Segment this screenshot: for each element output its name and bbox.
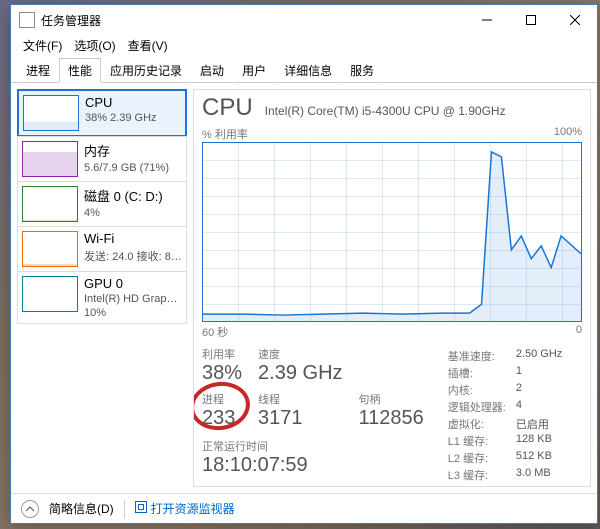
base-speed-label: 基准速度: <box>448 348 506 364</box>
logical-value: 4 <box>516 399 562 415</box>
sidebar-disk-label: 磁盘 0 (C: D:) <box>84 186 163 205</box>
sidebar-disk-sub: 4% <box>84 207 163 219</box>
disk-thumb-icon <box>22 186 78 222</box>
sidebar-item-disk[interactable]: 磁盘 0 (C: D:) 4% <box>17 181 187 227</box>
sidebar-gpu-sub2: 10% <box>84 307 182 319</box>
l2-label: L2 缓存: <box>448 450 506 466</box>
tab-performance[interactable]: 性能 <box>59 58 101 83</box>
tab-users[interactable]: 用户 <box>233 58 275 83</box>
base-speed-value: 2.50 GHz <box>516 348 562 364</box>
graph-x-left: 60 秒 <box>202 324 228 340</box>
sidebar-wifi-sub: 发送: 24.0 接收: 832 Kbps <box>84 248 182 264</box>
separator <box>124 500 125 518</box>
tab-services[interactable]: 服务 <box>341 58 383 83</box>
main-title: CPU <box>202 94 253 122</box>
uptime-label: 正常运行时间 <box>202 438 424 454</box>
gpu-thumb-icon <box>22 276 78 312</box>
main-panel: CPU Intel(R) Core(TM) i5-4300U CPU @ 1.9… <box>193 89 591 487</box>
virt-value: 已启用 <box>516 416 562 432</box>
maximize-button[interactable] <box>509 5 553 35</box>
chevron-up-icon[interactable] <box>21 500 39 518</box>
tab-processes[interactable]: 进程 <box>17 58 59 83</box>
sockets-label: 插槽: <box>448 365 506 381</box>
uptime-value: 18:10:07:59 <box>202 454 424 477</box>
proc-label: 进程 <box>202 391 242 407</box>
menu-file[interactable]: 文件(F) <box>19 37 66 54</box>
util-value: 38% <box>202 362 242 385</box>
sidebar-cpu-sub: 38% 2.39 GHz <box>85 112 157 124</box>
graph-caption-left: % 利用率 <box>202 126 248 142</box>
task-manager-window: 任务管理器 文件(F) 选项(O) 查看(V) 进程 性能 应用历史记录 启动 … <box>10 4 598 524</box>
util-label: 利用率 <box>202 346 242 362</box>
minimize-button[interactable] <box>465 5 509 35</box>
cores-value: 2 <box>516 382 562 398</box>
fewer-details-link[interactable]: 简略信息(D) <box>49 500 114 517</box>
tab-app-history[interactable]: 应用历史记录 <box>101 58 191 83</box>
virt-label: 虚拟化: <box>448 416 506 432</box>
menu-options[interactable]: 选项(O) <box>70 37 119 54</box>
graph-caption-right: 100% <box>554 126 582 142</box>
tab-startup[interactable]: 启动 <box>191 58 233 83</box>
window-title: 任务管理器 <box>41 12 465 29</box>
sidebar-item-cpu[interactable]: CPU 38% 2.39 GHz <box>17 89 187 137</box>
cpu-utilization-graph[interactable] <box>202 142 582 322</box>
sidebar-item-wifi[interactable]: Wi-Fi 发送: 24.0 接收: 832 Kbps <box>17 226 187 272</box>
tab-details[interactable]: 详细信息 <box>275 58 341 83</box>
speed-value: 2.39 GHz <box>258 362 342 385</box>
performance-sidebar: CPU 38% 2.39 GHz 内存 5.6/7.9 GB (71%) 磁盘 … <box>17 89 187 487</box>
menubar: 文件(F) 选项(O) 查看(V) <box>11 35 597 55</box>
handle-value: 112856 <box>359 407 424 430</box>
cpu-thumb-icon <box>23 95 79 131</box>
speed-label: 速度 <box>258 346 342 362</box>
app-icon <box>19 12 35 28</box>
sidebar-mem-label: 内存 <box>84 141 169 160</box>
sidebar-cpu-label: CPU <box>85 95 157 110</box>
wifi-thumb-icon <box>22 231 78 267</box>
tabstrip: 进程 性能 应用历史记录 启动 用户 详细信息 服务 <box>11 59 597 83</box>
handle-label: 句柄 <box>359 391 424 407</box>
sidebar-mem-sub: 5.6/7.9 GB (71%) <box>84 162 169 174</box>
resource-monitor-icon <box>135 501 147 513</box>
sockets-value: 1 <box>516 365 562 381</box>
open-resource-monitor-link[interactable]: 打开资源监视器 <box>135 500 235 517</box>
memory-thumb-icon <box>22 141 78 177</box>
sidebar-item-gpu[interactable]: GPU 0 Intel(R) HD Graphics Family 10% <box>17 271 187 324</box>
cores-label: 内核: <box>448 382 506 398</box>
l3-label: L3 缓存: <box>448 467 506 483</box>
menu-view[interactable]: 查看(V) <box>124 37 172 54</box>
proc-value: 233 <box>202 407 242 430</box>
logical-label: 逻辑处理器: <box>448 399 506 415</box>
close-button[interactable] <box>553 5 597 35</box>
graph-x-right: 0 <box>576 324 582 340</box>
thread-label: 线程 <box>258 391 342 407</box>
sidebar-item-memory[interactable]: 内存 5.6/7.9 GB (71%) <box>17 136 187 182</box>
titlebar[interactable]: 任务管理器 <box>11 5 597 35</box>
footer: 简略信息(D) 打开资源监视器 <box>11 493 597 523</box>
resmon-label: 打开资源监视器 <box>151 502 235 516</box>
cpu-model: Intel(R) Core(TM) i5-4300U CPU @ 1.90GHz <box>265 104 582 118</box>
l3-value: 3.0 MB <box>516 467 562 483</box>
l2-value: 512 KB <box>516 450 562 466</box>
thread-value: 3171 <box>258 407 342 430</box>
sidebar-gpu-label: GPU 0 <box>84 276 182 291</box>
sidebar-gpu-sub: Intel(R) HD Graphics Family <box>84 293 182 305</box>
sidebar-wifi-label: Wi-Fi <box>84 231 182 246</box>
l1-label: L1 缓存: <box>448 433 506 449</box>
l1-value: 128 KB <box>516 433 562 449</box>
